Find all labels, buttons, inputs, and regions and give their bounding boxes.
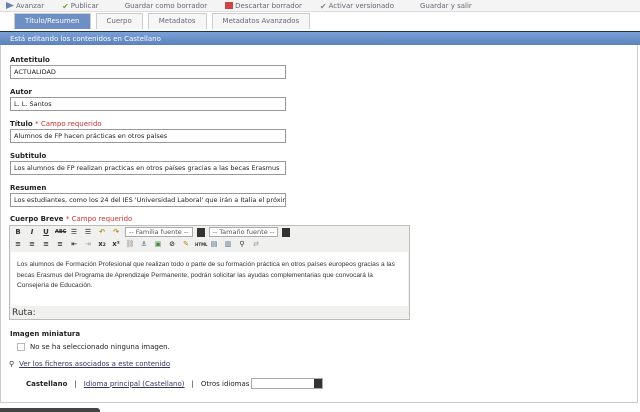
tab-titulo-resumen[interactable]: Título/Resumen: [14, 13, 91, 29]
magnifier-icon: ⚲: [9, 360, 15, 368]
ver-ficheros-link[interactable]: Ver los ficheros asociados a este conten…: [19, 360, 170, 368]
antetitulo-label: Antetitulo: [10, 56, 50, 64]
strikethrough-icon[interactable]: ABC: [55, 229, 66, 235]
font-size-dropdown-icon[interactable]: [282, 227, 291, 237]
otros-idiomas-select[interactable]: [251, 378, 324, 389]
align-left-icon[interactable]: ≡: [13, 240, 23, 248]
antetitulo-input[interactable]: ACTUALIDAD: [10, 65, 286, 79]
replace-icon[interactable]: ⇄: [251, 240, 261, 248]
image-placeholder-icon: [17, 343, 25, 351]
anchor-icon[interactable]: ⚓: [139, 240, 149, 248]
dropdown-icon: [314, 379, 323, 388]
current-language: Castellano: [26, 379, 68, 388]
ficheros-row: ⚲ Ver los ficheros asociados a este cont…: [9, 360, 170, 368]
activar-versionado-button[interactable]: ✔ Activar versionado: [319, 2, 394, 12]
font-family-dropdown-icon[interactable]: [196, 227, 205, 237]
underline-icon[interactable]: U: [41, 228, 51, 236]
image-icon[interactable]: ▣: [153, 240, 163, 248]
bullet-list-icon[interactable]: ☰: [69, 228, 79, 236]
redo-icon[interactable]: ↷: [111, 228, 121, 236]
resumen-input[interactable]: Los estudiantes, como los 24 del IES 'Un…: [10, 193, 286, 207]
justify-icon[interactable]: ≡: [55, 240, 65, 248]
cuerpo-label: Cuerpo Breve * Campo requerido: [10, 215, 133, 223]
pencil-icon[interactable]: ✎: [181, 240, 191, 248]
align-right-icon[interactable]: ≡: [41, 240, 51, 248]
italic-icon[interactable]: I: [27, 228, 37, 236]
form-panel: Antetitulo ACTUALIDAD Autor L. L. Santos…: [0, 45, 638, 403]
no-image-row: No se ha seleccionado ninguna imagen.: [17, 343, 170, 351]
outdent-icon[interactable]: ⇤: [69, 240, 79, 248]
editor-content[interactable]: Los alumnos de Formación Profesional que…: [11, 252, 408, 306]
bold-icon[interactable]: B: [13, 228, 23, 236]
check-icon: ✔: [319, 2, 327, 11]
arrow-right-icon: [6, 2, 14, 9]
toolbar: Avanzar ✔ Publicar Guardar como borrador …: [0, 0, 640, 12]
editor-toolbar-row-2: ≡ ≡ ≡ ≡ ⇤ ⇥ x₂ x² ⛓ ⚓ ▣ ⊘ ✎ HTML ▤ ▥ ⚲ ⇄: [10, 238, 409, 250]
editor-toolbar-row-1: B I U ABC ☰ ☰ ↶ ↷ -- Familia fuente -- -…: [10, 226, 409, 238]
titulo-input[interactable]: Alumnos de FP hacen prácticas en otros p…: [10, 129, 286, 143]
subscript-icon[interactable]: x₂: [97, 240, 107, 248]
tab-cuerpo[interactable]: Cuerpo: [95, 13, 143, 29]
resumen-label: Resumen: [10, 184, 47, 192]
link-icon[interactable]: ⛓: [125, 240, 135, 248]
paste-icon[interactable]: ▤: [209, 240, 219, 248]
autor-input[interactable]: L. L. Santos: [10, 97, 286, 111]
imagen-label: Imagen miniatura: [10, 330, 81, 338]
check-icon: ✔: [62, 2, 69, 11]
otros-idiomas-label: Otros idiomas: [200, 379, 250, 388]
numbered-list-icon[interactable]: ☰: [83, 228, 93, 236]
tab-metadatos-avanzados[interactable]: Metadatos Avanzados: [211, 13, 311, 29]
font-size-select[interactable]: -- Tamaño fuente --: [208, 227, 279, 237]
titulo-label: Título * Campo requerido: [10, 120, 102, 128]
descartar-borrador-button[interactable]: Descartar borrador: [225, 2, 302, 10]
guardar-salir-button[interactable]: Guardar y salir: [420, 2, 472, 10]
indent-icon[interactable]: ⇥: [83, 240, 93, 248]
font-family-select[interactable]: -- Familia fuente --: [125, 227, 193, 237]
guardar-borrador-button[interactable]: Guardar como borrador: [125, 2, 207, 10]
language-row: Castellano | Idioma principal (Castellano…: [26, 378, 324, 389]
cleanup-icon[interactable]: ⊘: [167, 240, 177, 248]
undo-icon[interactable]: ↶: [97, 228, 107, 236]
html-icon[interactable]: HTML: [195, 242, 208, 247]
align-center-icon[interactable]: ≡: [27, 240, 37, 248]
editor-path: Ruta:: [12, 308, 36, 318]
rich-text-editor: B I U ABC ☰ ☰ ↶ ↷ -- Familia fuente -- -…: [9, 225, 410, 320]
subtitulo-label: Subtitulo: [10, 152, 47, 160]
subtitulo-input[interactable]: Los alumnos de FP realizan practicas en …: [10, 161, 286, 175]
tab-metadatos[interactable]: Metadatos: [147, 13, 207, 29]
publicar-button[interactable]: ✔ Publicar: [62, 2, 99, 12]
discard-icon: [225, 2, 234, 9]
paste-word-icon[interactable]: ▥: [223, 240, 233, 248]
bottom-scrollbar[interactable]: [0, 408, 100, 412]
tab-bar: Título/Resumen Cuerpo Metadatos Metadato…: [14, 13, 311, 29]
idioma-principal-link[interactable]: Idioma principal (Castellano): [84, 380, 185, 388]
avanzar-button[interactable]: Avanzar: [6, 2, 44, 10]
superscript-icon[interactable]: x²: [111, 240, 121, 248]
search-icon[interactable]: ⚲: [237, 240, 247, 248]
autor-label: Autor: [10, 88, 33, 96]
editing-language-banner: Está editando los contenidos en Castella…: [0, 31, 640, 45]
